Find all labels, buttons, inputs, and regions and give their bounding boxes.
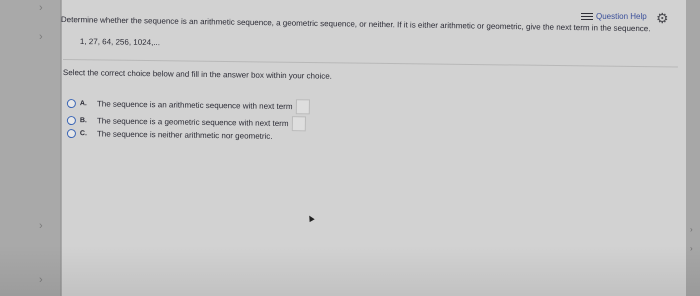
question-help-button[interactable]: Question Help [581,12,647,21]
choice-letter: B. [79,117,87,125]
radio-button-c[interactable] [66,129,76,139]
choice-letter: A. [79,100,87,108]
choice-text: The sequence is an arithmetic sequence w… [96,99,293,112]
choice-text: The sequence is a geometric sequence wit… [96,116,289,129]
chevron-right-icon[interactable]: › [39,2,43,14]
radio-button-a[interactable] [66,98,76,109]
sequence-text: 1, 27, 64, 256, 1024,... [79,37,161,48]
chevron-right-icon[interactable]: › [39,31,43,43]
answer-input-a[interactable] [295,99,310,115]
answer-input-b[interactable] [291,116,306,132]
edge-chevron-icon: › [690,225,693,234]
question-help-label: Question Help [596,12,647,21]
chevron-right-icon[interactable]: › [39,220,43,232]
choice-letter: C. [79,130,87,138]
radio-button-b[interactable] [66,115,76,126]
list-icon [581,12,593,21]
gear-icon[interactable]: ⚙ [656,10,669,27]
bottom-shadow [0,245,700,296]
